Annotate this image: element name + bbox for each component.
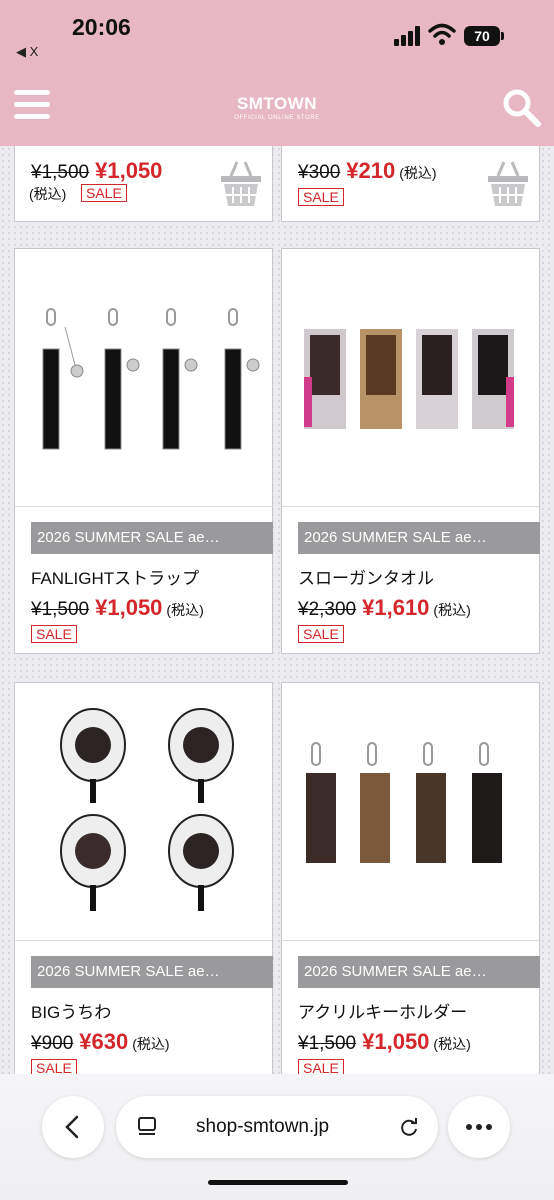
sale-badge: SALE <box>298 188 344 206</box>
product-name[interactable]: アクリルキーホルダー <box>298 998 467 1023</box>
sale-category-tag: 2026 SUMMER SALE ae… <box>31 522 273 554</box>
sale-category-tag: 2026 SUMMER SALE ae… <box>31 956 273 988</box>
sale-badge: SALE <box>81 184 127 202</box>
back-to-app-link[interactable]: ◀ X <box>16 44 38 60</box>
reload-icon[interactable] <box>398 1116 420 1138</box>
cellular-signal-icon <box>394 26 422 46</box>
brand-subtitle: OFFICIAL ONLINE STORE <box>234 115 320 121</box>
product-card[interactable]: 2026 SUMMER SALE ae… アクリルキーホルダー ¥1,500 ¥1… <box>281 682 540 1088</box>
sale-price: ¥1,610 <box>362 595 430 620</box>
product-image[interactable] <box>15 249 272 507</box>
brand-name: SMTOWN <box>236 94 318 113</box>
tax-label: (税込) <box>29 186 67 202</box>
tax-label: (税込) <box>433 1036 471 1052</box>
address-bar[interactable]: shop-smtown.jp <box>116 1096 438 1158</box>
product-card[interactable]: ¥300 ¥210 (税込) SALE <box>281 146 540 222</box>
tax-label: (税込) <box>132 1036 170 1052</box>
back-button[interactable] <box>42 1096 104 1158</box>
page-menu-icon[interactable] <box>136 1116 158 1138</box>
battery-icon: 70 <box>464 26 504 46</box>
original-price: ¥900 <box>31 1033 74 1054</box>
sale-category-tag: 2026 SUMMER SALE ae… <box>298 956 540 988</box>
product-card[interactable]: 2026 SUMMER SALE ae… FANLIGHTストラップ ¥1,50… <box>14 248 273 654</box>
cart-basket-icon[interactable] <box>219 160 263 208</box>
store-header: SMTOWN OFFICIAL ONLINE STORE <box>0 62 554 146</box>
sale-price: ¥630 <box>79 1029 129 1054</box>
status-bar: 20:06 ◀ X 70 <box>0 0 554 62</box>
cart-basket-icon[interactable] <box>486 160 530 208</box>
original-price: ¥1,500 <box>31 599 90 620</box>
product-card[interactable]: 2026 SUMMER SALE ae… BIGうちわ ¥900 ¥630 (税込)… <box>14 682 273 1088</box>
product-card[interactable]: ¥1,500 ¥1,050 (税込) SALE <box>14 146 273 222</box>
sale-badge: SALE <box>31 625 77 643</box>
sale-badge: SALE <box>298 625 344 643</box>
more-options-button[interactable] <box>448 1096 510 1158</box>
product-image[interactable] <box>282 249 539 507</box>
url-text: shop-smtown.jp <box>196 1116 330 1137</box>
sale-price: ¥1,050 <box>95 158 163 183</box>
wifi-icon <box>428 23 456 45</box>
product-name[interactable]: スローガンタオル <box>298 564 434 589</box>
tax-label: (税込) <box>433 602 471 618</box>
original-price: ¥300 <box>298 162 341 183</box>
product-image[interactable] <box>282 683 539 941</box>
store-logo[interactable]: SMTOWN OFFICIAL ONLINE STORE <box>0 94 554 121</box>
sale-price: ¥1,050 <box>95 595 163 620</box>
ellipsis-icon <box>466 1124 492 1130</box>
sale-price: ¥1,050 <box>362 1029 430 1054</box>
search-icon[interactable] <box>500 86 542 128</box>
original-price: ¥2,300 <box>298 599 357 620</box>
product-name[interactable]: FANLIGHTストラップ <box>31 564 199 589</box>
chevron-left-icon <box>65 1115 79 1139</box>
product-name[interactable]: BIGうちわ <box>31 998 111 1023</box>
product-card[interactable]: 2026 SUMMER SALE ae… スローガンタオル ¥2,300 ¥1,6… <box>281 248 540 654</box>
sale-price: ¥210 <box>346 158 396 183</box>
original-price: ¥1,500 <box>298 1033 357 1054</box>
product-image[interactable] <box>15 683 272 941</box>
original-price: ¥1,500 <box>31 162 90 183</box>
home-indicator <box>208 1180 348 1185</box>
clock: 20:06 <box>72 14 131 40</box>
tax-label: (税込) <box>399 165 437 181</box>
sale-category-tag: 2026 SUMMER SALE ae… <box>298 522 540 554</box>
tax-label: (税込) <box>166 602 204 618</box>
